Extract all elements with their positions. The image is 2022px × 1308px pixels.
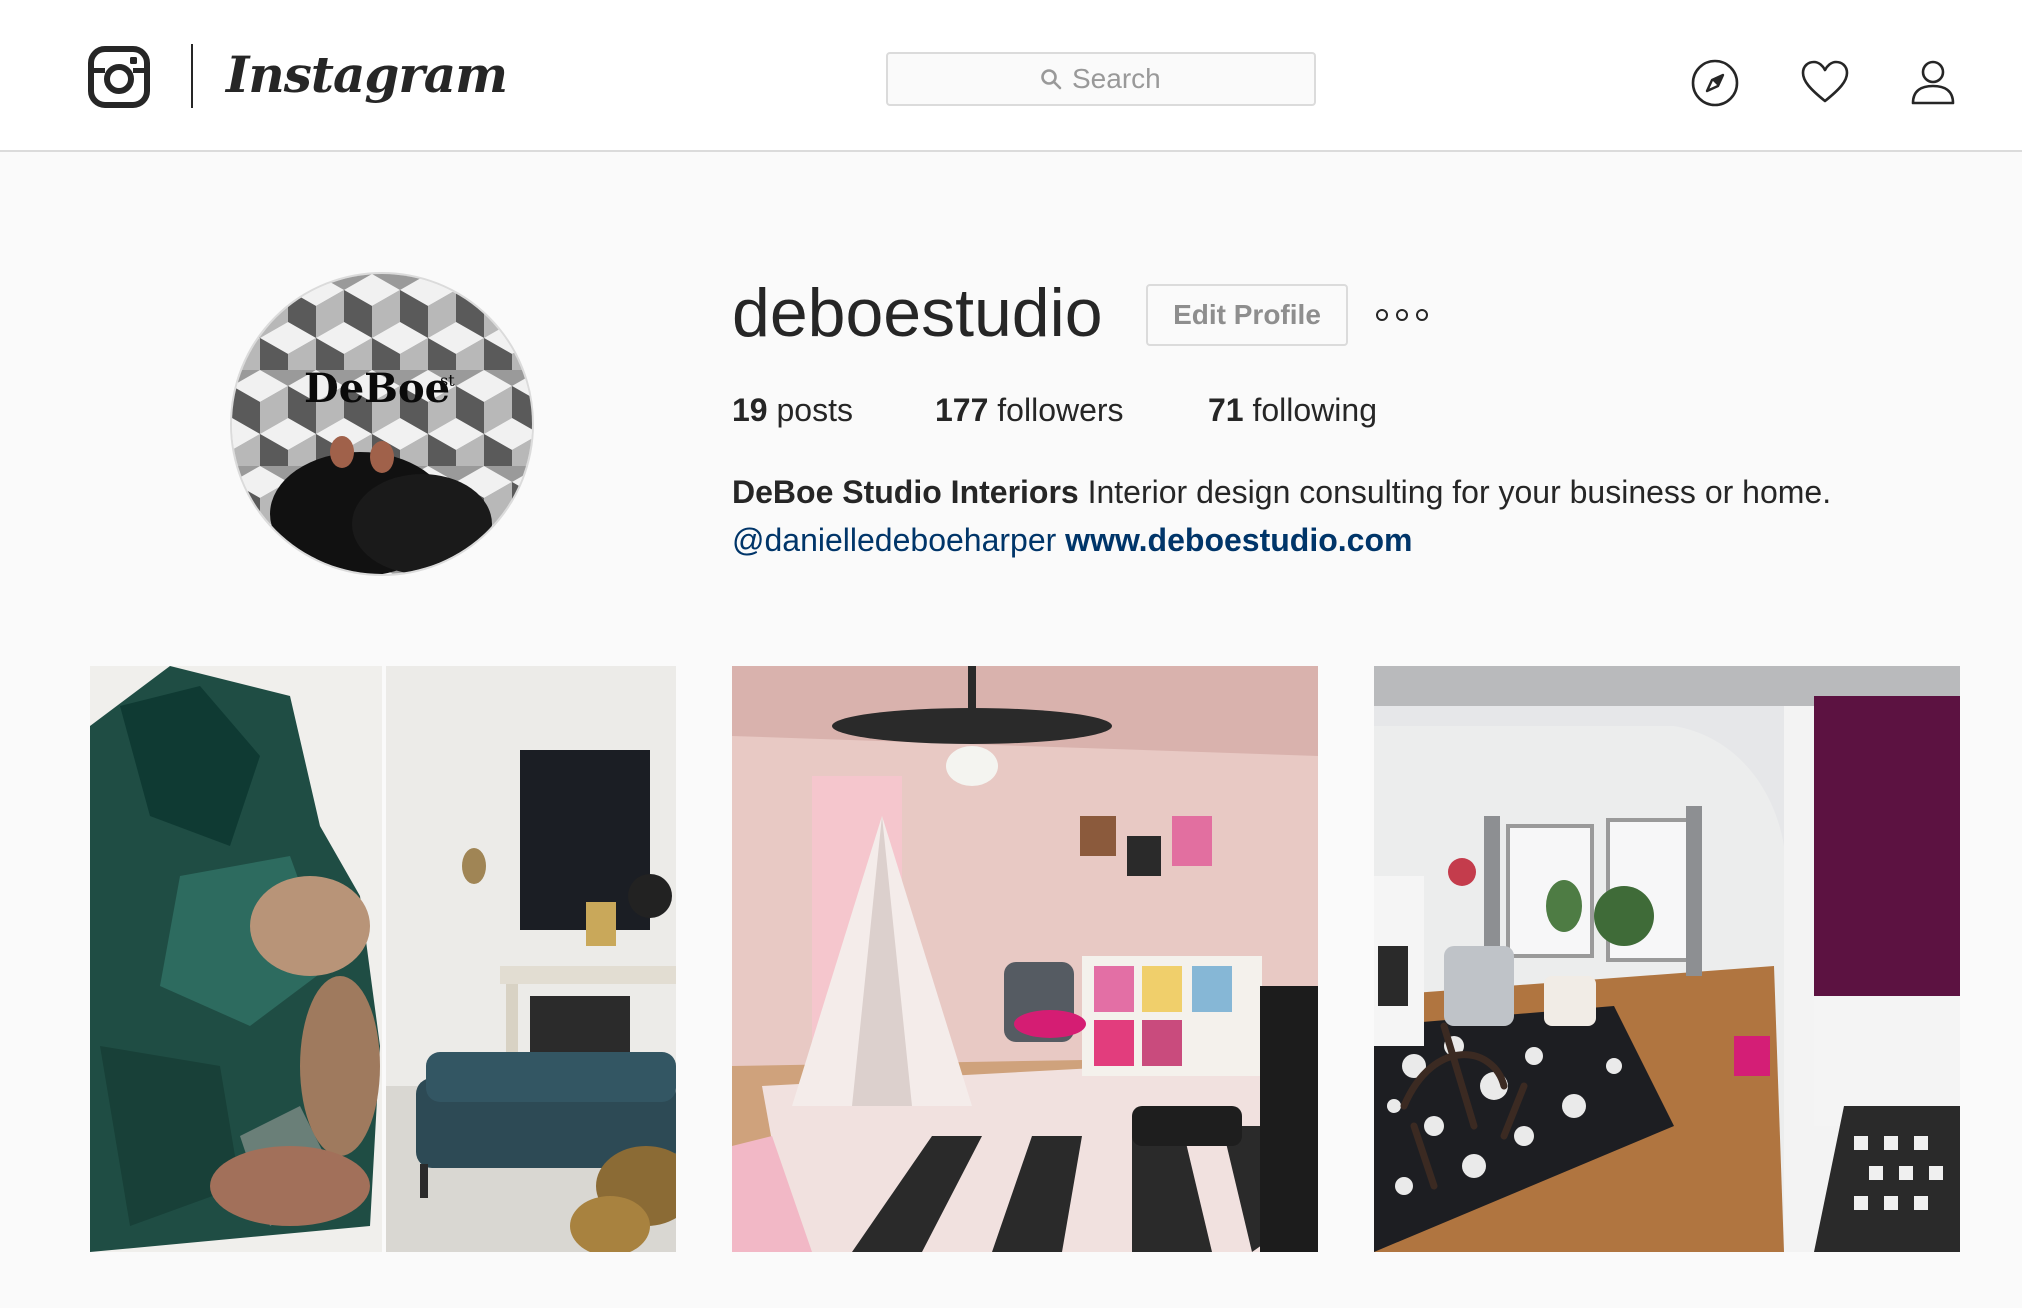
search-box[interactable] bbox=[886, 52, 1316, 106]
followers-count[interactable]: 177 followers bbox=[935, 388, 1124, 432]
post-thumbnail[interactable] bbox=[732, 666, 1318, 1252]
avatar-brand-text: DeBoe bbox=[304, 365, 450, 412]
profile-avatar[interactable]: DeBoe st bbox=[230, 272, 534, 576]
edit-profile-button[interactable]: Edit Profile bbox=[1146, 284, 1348, 346]
profile-username: deboestudio bbox=[732, 275, 1103, 351]
search-input[interactable] bbox=[1072, 63, 1162, 95]
following-count[interactable]: 71 following bbox=[1208, 388, 1377, 432]
bio-mention-link[interactable]: @danielledeboeharper bbox=[732, 522, 1056, 558]
more-options-icon[interactable] bbox=[1376, 300, 1428, 330]
bio-website-link[interactable]: www.deboestudio.com bbox=[1065, 522, 1412, 558]
avatar-brand-superscript: st bbox=[440, 371, 455, 390]
posts-count: 19 posts bbox=[732, 392, 853, 428]
logo-divider bbox=[191, 44, 193, 108]
post-thumbnail[interactable] bbox=[1374, 666, 1960, 1252]
instagram-camera-icon[interactable] bbox=[88, 46, 150, 108]
person-icon[interactable] bbox=[1908, 58, 1958, 108]
search-icon bbox=[1041, 69, 1062, 90]
bio-description: Interior design consulting for your busi… bbox=[1087, 474, 1832, 510]
compass-icon[interactable] bbox=[1690, 58, 1740, 108]
instagram-wordmark[interactable]: Instagram bbox=[226, 40, 508, 110]
post-thumbnail[interactable] bbox=[90, 666, 676, 1252]
profile-bio: DeBoe Studio Interiors Interior design c… bbox=[732, 468, 1962, 564]
top-navigation-bar: Instagram bbox=[0, 0, 2022, 152]
heart-icon[interactable] bbox=[1800, 58, 1850, 108]
bio-full-name: DeBoe Studio Interiors bbox=[732, 474, 1079, 510]
